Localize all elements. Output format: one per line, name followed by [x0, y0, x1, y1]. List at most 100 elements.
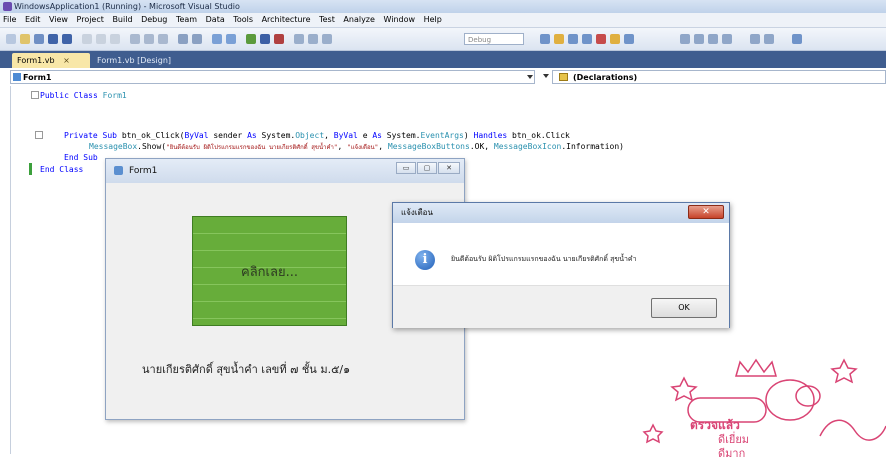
identifier: ,: [378, 142, 388, 151]
undo-icon[interactable]: [178, 34, 188, 44]
copy-icon[interactable]: [96, 34, 106, 44]
method-name-dropdown[interactable]: (Declarations): [552, 70, 886, 84]
close-button[interactable]: ✕: [688, 205, 724, 219]
message-box-title-bar[interactable]: แจ้งเตือน ✕: [393, 203, 729, 223]
identifier: .Show(: [137, 142, 167, 151]
minimize-button[interactable]: ▭: [396, 162, 416, 174]
menu-window[interactable]: Window: [380, 15, 418, 24]
paste-icon[interactable]: [110, 34, 120, 44]
menu-team[interactable]: Team: [173, 15, 200, 24]
student-name-label: นายเกียรติศักดิ์ สุขน้ำคำ เลขที่ ๗ ชั้น …: [142, 363, 351, 376]
save-all-icon[interactable]: [62, 34, 72, 44]
save-icon[interactable]: [48, 34, 58, 44]
solution-configuration-select[interactable]: Debug: [464, 33, 524, 45]
menu-analyze[interactable]: Analyze: [340, 15, 378, 24]
chevron-down-icon[interactable]: [527, 75, 533, 79]
menu-debug[interactable]: Debug: [138, 15, 170, 24]
menu-architecture[interactable]: Architecture: [259, 15, 314, 24]
message-box-footer: OK: [393, 285, 729, 328]
keyword: Private Sub: [64, 131, 117, 140]
code-line-1: Public Class Form1: [40, 91, 127, 101]
method-name-value: (Declarations): [573, 73, 638, 82]
keyword: Handles: [473, 131, 508, 140]
menu-project[interactable]: Project: [74, 15, 107, 24]
menu-data[interactable]: Data: [203, 15, 228, 24]
continue-icon[interactable]: [246, 34, 256, 44]
identifier: System.: [381, 131, 421, 140]
maximize-button[interactable]: ▢: [417, 162, 437, 174]
tab-form1-vb[interactable]: Form1.vb ×: [12, 53, 90, 68]
code-line-4: End Sub: [64, 153, 98, 162]
bookmark-icon[interactable]: [722, 34, 732, 44]
close-button[interactable]: ✕: [438, 162, 460, 174]
start-page-icon[interactable]: [610, 34, 620, 44]
open-file-icon[interactable]: [20, 34, 30, 44]
menu-tools[interactable]: Tools: [230, 15, 256, 24]
collapse-region-icon[interactable]: [35, 131, 43, 139]
toolbar: [0, 28, 886, 51]
document-tab-strip: Form1.vb × Form1.vb [Design]: [0, 51, 886, 68]
identifier: sender: [208, 131, 248, 140]
properties-icon[interactable]: [554, 34, 564, 44]
menu-help[interactable]: Help: [421, 15, 445, 24]
new-project-icon[interactable]: [6, 34, 16, 44]
close-tab-icon[interactable]: ×: [63, 56, 70, 65]
navigate-forward-icon[interactable]: [226, 34, 236, 44]
menu-edit[interactable]: Edit: [22, 15, 44, 24]
next-bookmark-icon[interactable]: [750, 34, 760, 44]
form1-title-bar[interactable]: Form1 ▭ ▢ ✕: [106, 159, 464, 183]
indent-icon[interactable]: [694, 34, 704, 44]
menu-bar: File Edit View Project Build Debug Team …: [0, 13, 886, 28]
step-over-icon[interactable]: [308, 34, 318, 44]
redo-icon[interactable]: [192, 34, 202, 44]
keyword: ByVal: [333, 131, 358, 140]
navigate-back-icon[interactable]: [212, 34, 222, 44]
menu-file[interactable]: File: [0, 15, 19, 24]
prev-bookmark-icon[interactable]: [764, 34, 774, 44]
stop-debugging-icon[interactable]: [274, 34, 284, 44]
keyword: ByVal: [184, 131, 209, 140]
customize-toolbar-icon[interactable]: [792, 34, 802, 44]
break-all-icon[interactable]: [260, 34, 270, 44]
form1-title: Form1: [129, 166, 158, 176]
type-name: Object: [295, 131, 325, 140]
ok-button[interactable]: OK: [651, 298, 717, 318]
menu-view[interactable]: View: [46, 15, 71, 24]
chevron-down-icon[interactable]: [543, 74, 549, 78]
menu-build[interactable]: Build: [109, 15, 135, 24]
error-list-icon[interactable]: [596, 34, 606, 44]
window-title-bar: WindowsApplication1 (Running) - Microsof…: [0, 0, 886, 13]
menu-test[interactable]: Test: [316, 15, 338, 24]
identifier: ): [463, 131, 474, 140]
find-icon[interactable]: [130, 34, 140, 44]
collapse-region-icon[interactable]: [31, 91, 39, 99]
visual-studio-logo-icon: [3, 2, 12, 11]
uncomment-icon[interactable]: [158, 34, 168, 44]
add-item-icon[interactable]: [34, 34, 44, 44]
type-name: MessageBox: [89, 142, 138, 151]
btn-ok-button[interactable]: คลิกเลย...: [192, 216, 347, 326]
toolbox-icon[interactable]: [582, 34, 592, 44]
message-box-title: แจ้งเตือน: [401, 208, 433, 217]
step-out-icon[interactable]: [322, 34, 332, 44]
message-box-dialog[interactable]: แจ้งเตือน ✕ i ยินดีต้อนรับ ผิดิโปรแกรมแร…: [392, 202, 730, 328]
changed-line-marker: [29, 163, 32, 175]
object-browser-icon[interactable]: [568, 34, 578, 44]
tab-label: Form1.vb: [17, 56, 55, 65]
class-name-dropdown[interactable]: Form1: [10, 70, 535, 84]
comment-icon[interactable]: [144, 34, 154, 44]
identifier: btn_ok.Click: [507, 131, 570, 140]
step-into-icon[interactable]: [294, 34, 304, 44]
extension-manager-icon[interactable]: [624, 34, 634, 44]
class-name: Form1: [102, 91, 127, 100]
tab-form1-design[interactable]: Form1.vb [Design]: [92, 53, 176, 68]
outdent-icon[interactable]: [708, 34, 718, 44]
identifier: .OK,: [469, 142, 494, 151]
identifier: System.: [256, 131, 296, 140]
cut-icon[interactable]: [82, 34, 92, 44]
identifier: ,: [337, 142, 348, 151]
align-icon[interactable]: [680, 34, 690, 44]
declarations-icon: [559, 73, 568, 81]
solution-explorer-icon[interactable]: [540, 34, 550, 44]
form-icon: [114, 166, 123, 175]
